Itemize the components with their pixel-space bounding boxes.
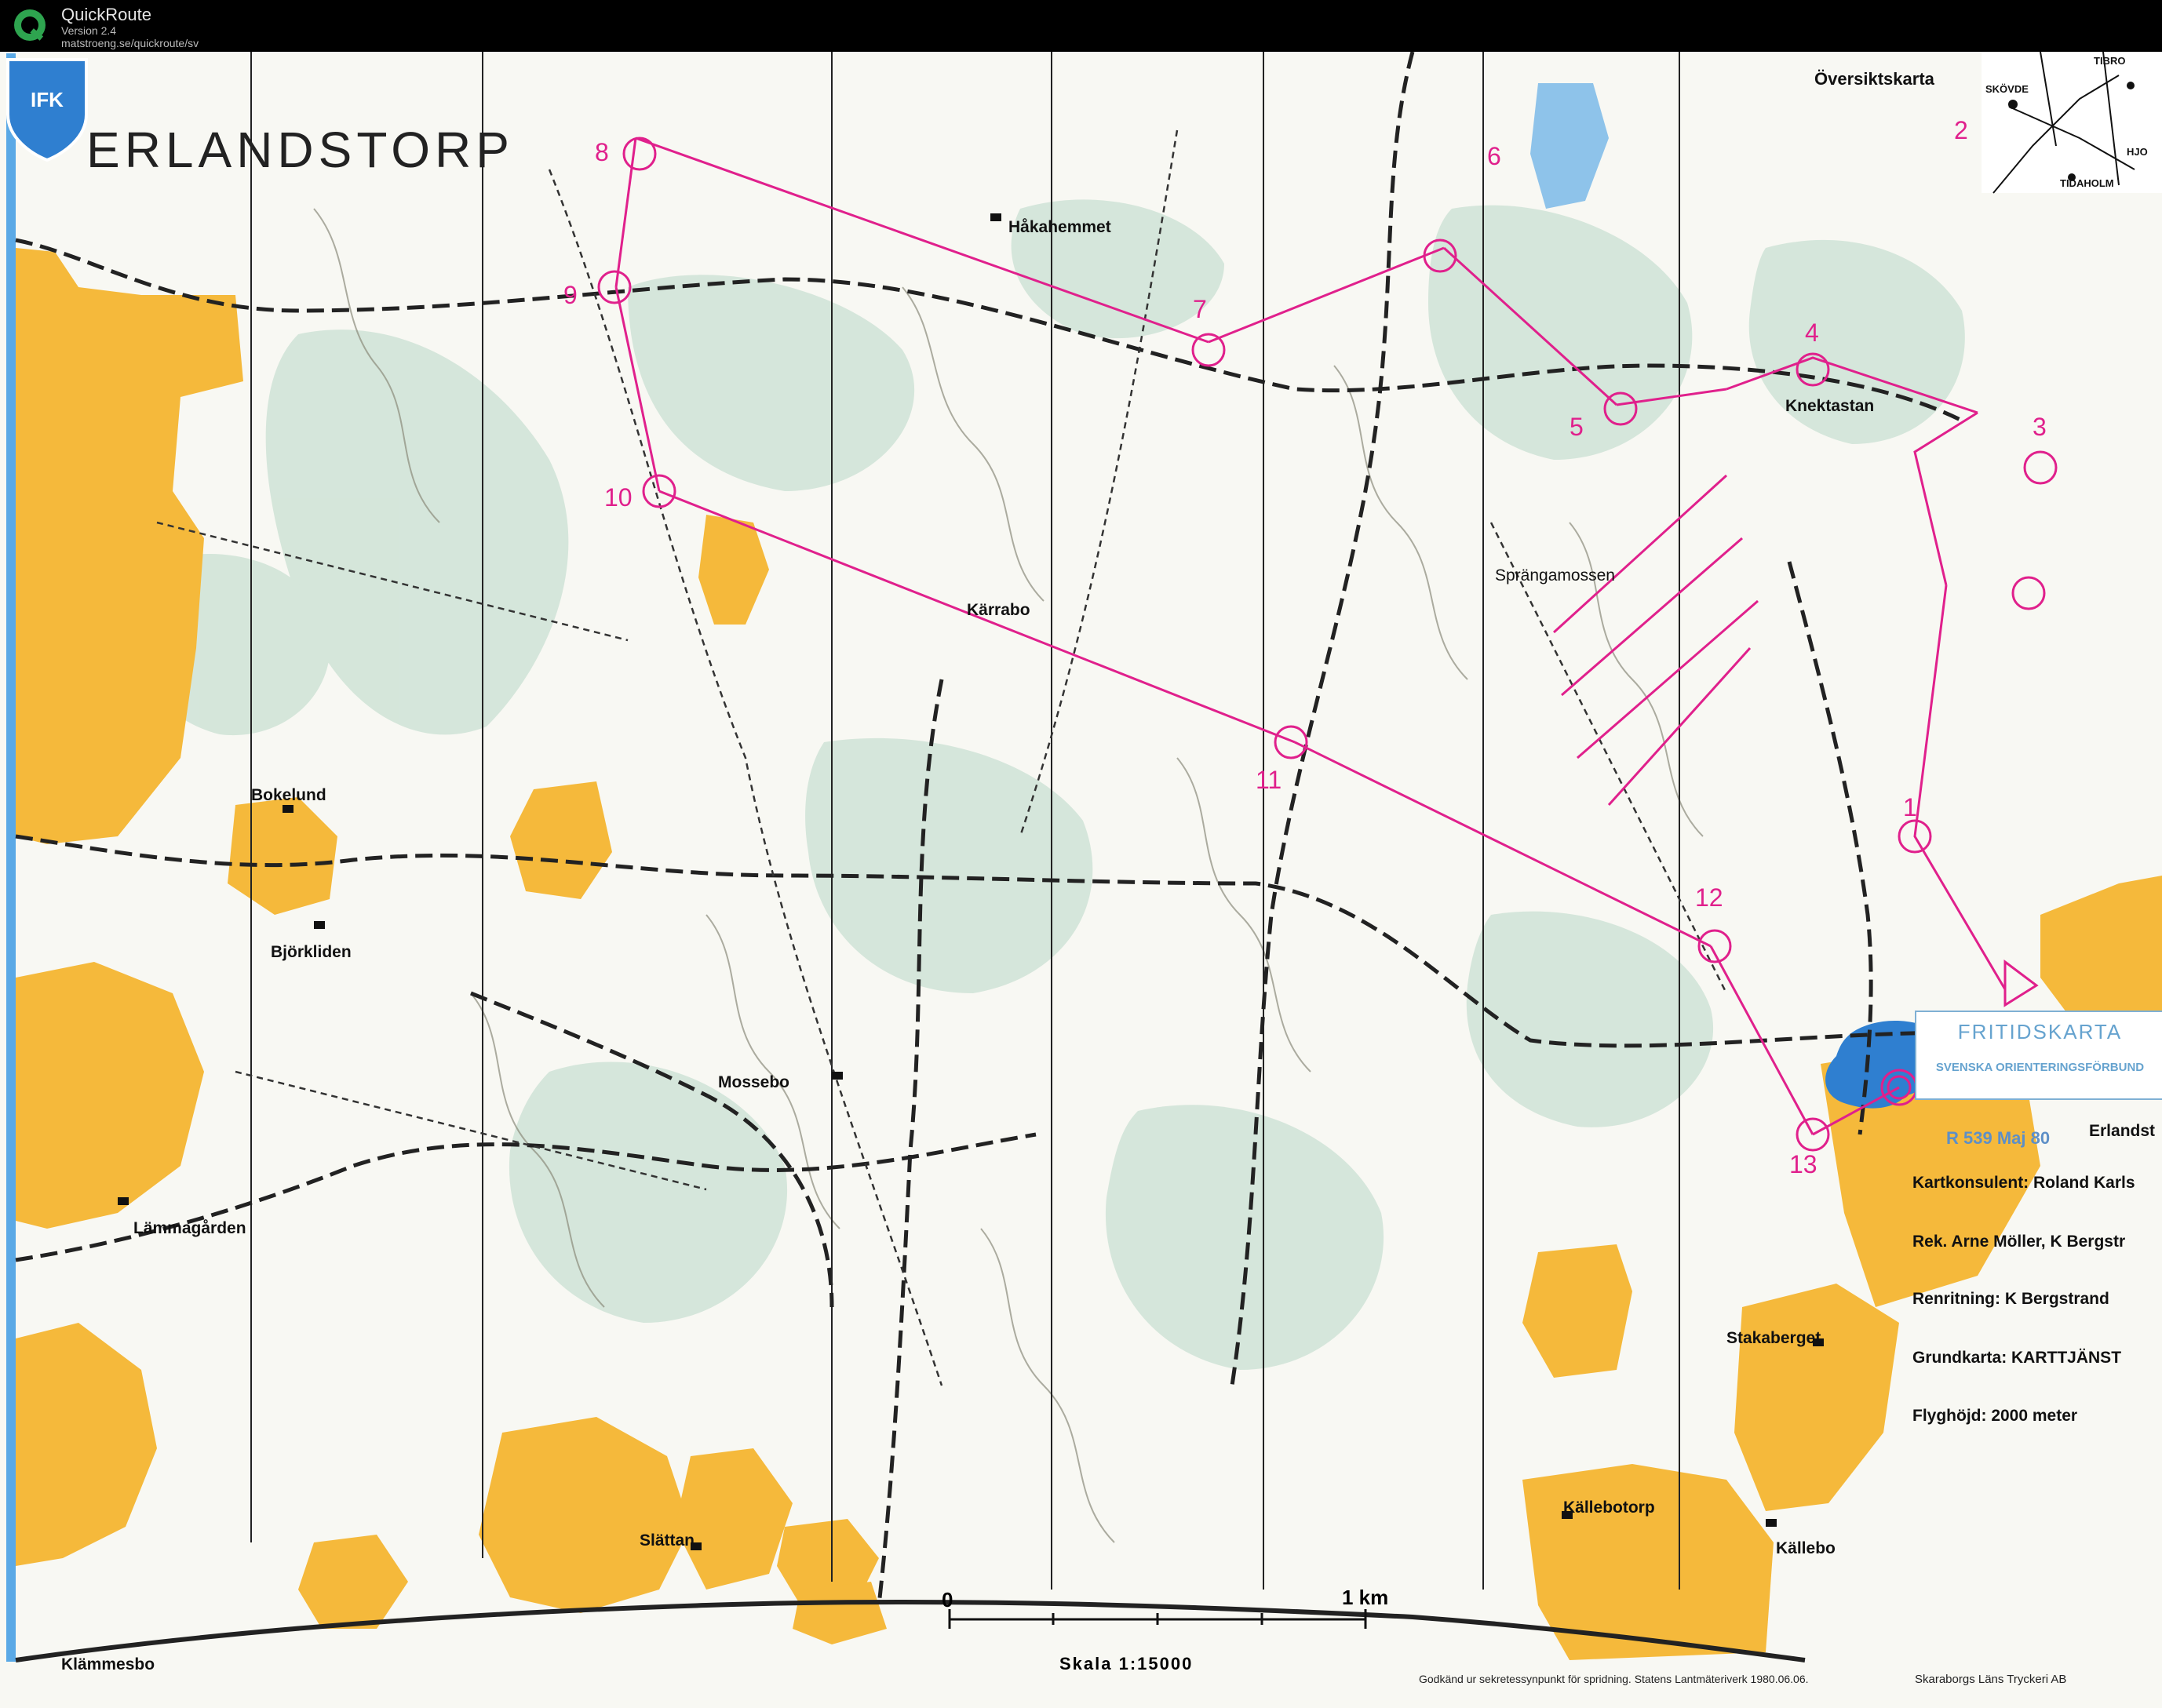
place-label: Håkahemmet [1008, 218, 1111, 236]
control-number: 11 [1256, 766, 1282, 794]
app-url: matstroeng.se/quickroute/sv [61, 37, 199, 49]
control-number: 5 [1570, 413, 1584, 441]
place-label: Erlandst [2089, 1122, 2156, 1140]
control-number: 9 [563, 281, 578, 309]
place-label: Sprängamossen [1495, 566, 1615, 585]
approval-note: Godkänd ur sekretessynpunkt för spridnin… [1419, 1673, 1809, 1685]
place-label: Björkliden [271, 943, 352, 961]
ifk-badge-text: IFK [31, 88, 64, 111]
control-number: 8 [595, 138, 609, 166]
control-number: 3 [2033, 413, 2047, 441]
fritidskarta-title: FRITIDSKARTA [1957, 1020, 2123, 1043]
scale-text: Skala 1:15000 [1059, 1654, 1194, 1673]
control-number: 2 [1954, 116, 1968, 144]
info-line: Kartkonsulent: Roland Karls [1912, 1174, 2135, 1192]
place-label: Källebo [1776, 1539, 1836, 1557]
place-label: Lämmagården [133, 1219, 246, 1237]
place-label: Stakaberget [1726, 1329, 1821, 1347]
scale-zero-label: 0 [942, 1588, 953, 1611]
place-label: Klämmesbo [61, 1655, 155, 1673]
place-label: Slättan [640, 1531, 695, 1550]
quickroute-app-icon [14, 9, 46, 41]
printer-note: Skaraborgs Läns Tryckeri AB [1915, 1673, 2067, 1686]
place-label: Källebotorp [1563, 1499, 1655, 1517]
control-number: 10 [604, 483, 633, 512]
overview-map [1982, 52, 2162, 194]
scale-km-label: 1 km [1342, 1586, 1389, 1609]
place-label: Bokelund [251, 786, 326, 804]
map-reference-number: R 539 Maj 80 [1946, 1128, 2051, 1148]
overview-place-label: TIDAHOLM [2060, 177, 2114, 189]
control-number: 1 [1903, 793, 1917, 821]
map-graphics [0, 52, 2162, 1708]
control-number: 6 [1487, 142, 1501, 170]
place-label: Kärrabo [967, 601, 1030, 619]
control-number: 13 [1789, 1150, 1817, 1178]
fritidskarta-box: FRITIDSKARTA SVENSKA ORIENTERINGSFÖRBUND [1915, 1011, 2162, 1100]
place-label: Mossebo [718, 1073, 790, 1091]
control-number: 7 [1193, 295, 1207, 323]
map-border-left [6, 53, 16, 1662]
place-label: Knektastan [1785, 397, 1875, 415]
control-number: 4 [1805, 319, 1819, 347]
info-line: Renritning: K Bergstrand [1912, 1290, 2109, 1308]
map-title: ERLANDSTORP [86, 122, 514, 178]
control-number: 12 [1695, 883, 1723, 912]
info-line: Rek. Arne Möller, K Bergstr [1912, 1233, 2126, 1251]
overview-place-label: HJO [2127, 146, 2148, 158]
app-name: QuickRoute [61, 5, 151, 24]
app-version: Version 2.4 [61, 24, 117, 37]
window-titlebar: QuickRoute Version 2.4 matstroeng.se/qui… [0, 0, 2162, 52]
ifk-club-badge: IFK [6, 58, 88, 162]
info-line: Flyghöjd: 2000 meter [1912, 1407, 2078, 1425]
overview-place-label: SKÖVDE [1985, 83, 2029, 95]
fritidskarta-subtitle: SVENSKA ORIENTERINGSFÖRBUND [1935, 1061, 2145, 1074]
overview-label: Översiktskarta [1814, 69, 1934, 89]
orienteering-map[interactable]: ERLANDSTORP Översiktskarta TIBRO SKÖVDE … [0, 52, 2162, 1708]
overview-place-label: TIBRO [2094, 55, 2126, 67]
info-line: Grundkarta: KARTTJÄNST [1912, 1349, 2122, 1367]
